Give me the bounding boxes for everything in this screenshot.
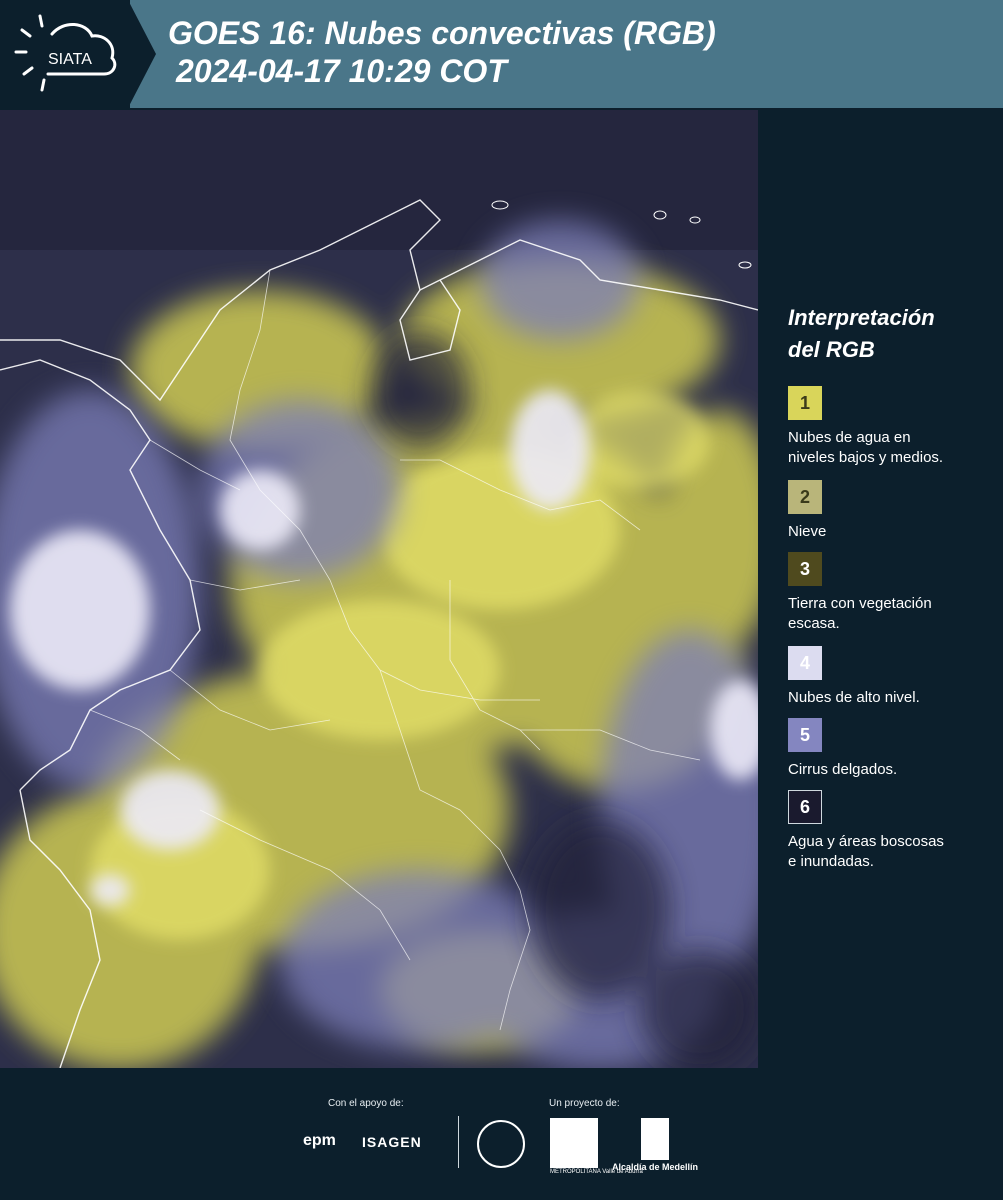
- legend-text-1-line1: Nubes de agua en: [788, 429, 911, 446]
- legend-text-5: Cirrus delgados.: [788, 761, 898, 778]
- alcaldia-text: Alcaldía de Medellín: [612, 1162, 699, 1172]
- legend-title-line2: del RGB: [788, 337, 875, 362]
- legend-text-1-line2: niveles bajos y medios.: [788, 449, 944, 466]
- page-title: GOES 16: Nubes convectivas (RGB): [168, 15, 716, 51]
- legend-text-4: Nubes de alto nivel.: [788, 689, 920, 706]
- legend-text-6: Agua y áreas boscosas e inundadas.: [788, 832, 998, 872]
- legend-title-line1: Interpretación: [788, 305, 935, 330]
- legend-swatch-6: 6: [788, 790, 822, 824]
- siata-logo-block: SIATA: [0, 0, 130, 108]
- header-bar: SIATA GOES 16: Nubes convectivas (RGB) 2…: [0, 0, 1003, 108]
- support-label: Con el apoyo de:: [328, 1098, 404, 1109]
- legend-text-3-line1: Tierra con vegetación: [788, 595, 932, 612]
- footer-divider: [458, 1116, 459, 1168]
- satellite-image: [0, 110, 758, 1068]
- legend-swatch-2: 2: [788, 480, 822, 514]
- legend-text-6-line1: Agua y áreas boscosas: [788, 833, 944, 850]
- project-label: Un proyecto de:: [549, 1098, 620, 1109]
- legend-text-3: Tierra con vegetación escasa.: [788, 594, 998, 634]
- legend-item-2: 2 Nieve: [788, 480, 998, 542]
- area-metropolitana-logo: [550, 1118, 598, 1168]
- legend-item-6: 6 Agua y áreas boscosas e inundadas.: [788, 790, 998, 872]
- legend-text-2: Nieve: [788, 523, 827, 540]
- footer: Con el apoyo de: Un proyecto de: epm ISA…: [0, 1068, 1003, 1200]
- legend-panel: Interpretación del RGB 1 Nubes de agua e…: [768, 110, 1003, 1068]
- epm-logo: epm: [303, 1132, 336, 1149]
- legend-text-6-line2: e inundadas.: [788, 853, 874, 870]
- isagen-logo: ISAGEN: [362, 1134, 422, 1150]
- legend-swatch-5: 5: [788, 718, 822, 752]
- legend-item-5: 5 Cirrus delgados.: [788, 718, 998, 780]
- medellin-seal-icon: [477, 1120, 525, 1168]
- siata-logo-icon: SIATA: [14, 14, 117, 92]
- legend-title: Interpretación del RGB: [788, 302, 935, 366]
- page-datetime: 2024-04-17 10:29 COT: [176, 53, 507, 89]
- alcaldia-logo-icon: [641, 1118, 669, 1160]
- legend-text-3-line2: escasa.: [788, 615, 840, 632]
- legend-swatch-1: 1: [788, 386, 822, 420]
- legend-text-1: Nubes de agua en niveles bajos y medios.: [788, 428, 998, 468]
- legend-item-1: 1 Nubes de agua en niveles bajos y medio…: [788, 386, 998, 468]
- legend-item-4: 4 Nubes de alto nivel.: [788, 646, 998, 708]
- logo-arrow-shape: [128, 0, 156, 108]
- legend-swatch-4: 4: [788, 646, 822, 680]
- siata-logo-text: SIATA: [48, 51, 92, 68]
- legend-item-3: 3 Tierra con vegetación escasa.: [788, 552, 998, 634]
- legend-swatch-3: 3: [788, 552, 822, 586]
